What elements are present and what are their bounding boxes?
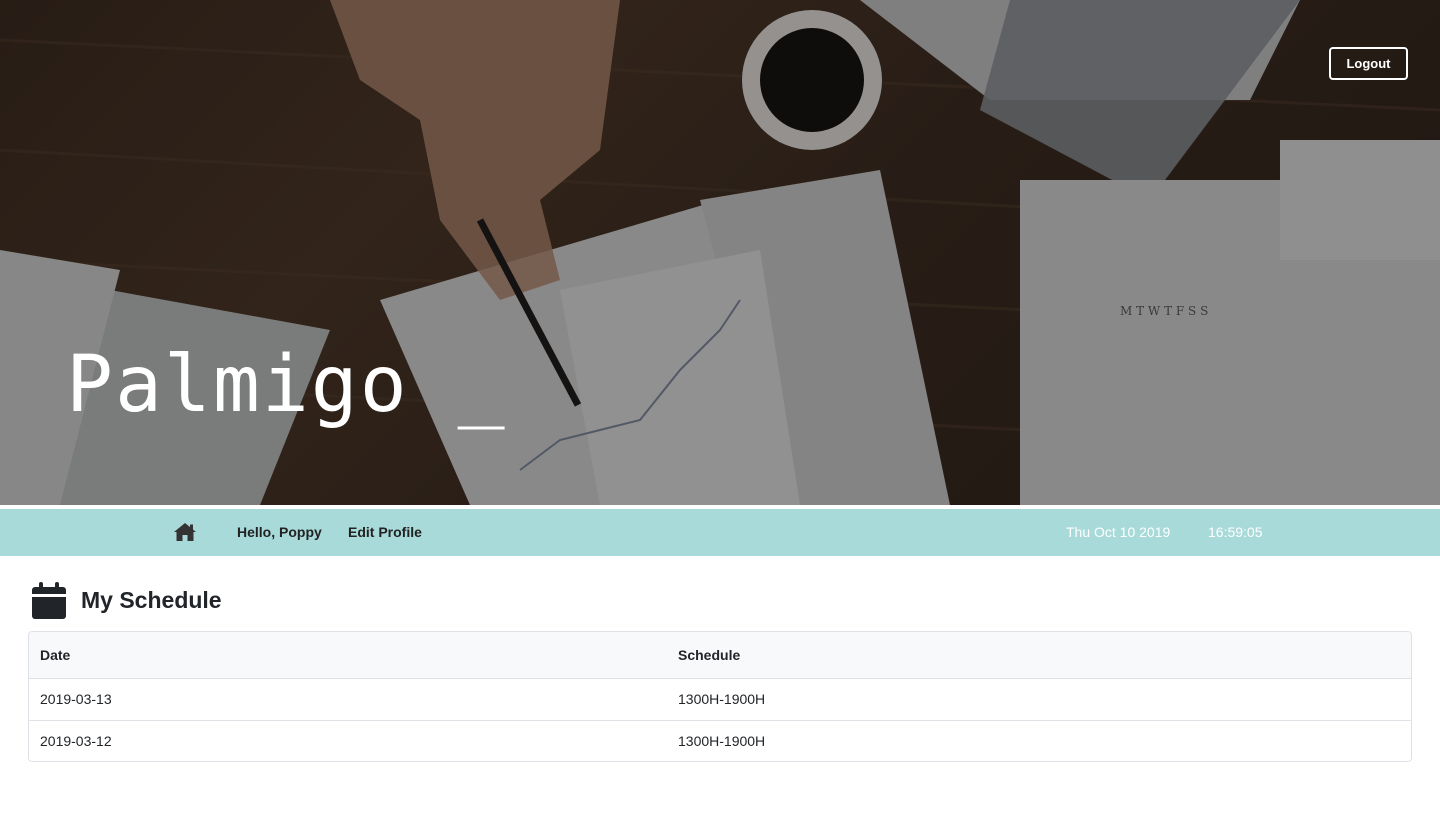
column-header-date: Date <box>40 646 71 663</box>
cell-date: 2019-03-12 <box>29 719 667 761</box>
table-row: 2019-03-12 1300H-1900H <box>29 719 1411 761</box>
schedule-table-container: Date Schedule 2019-03-13 1300H-1900H 201… <box>28 631 1412 762</box>
hero-banner: M T W T F S S Logout Palmigo _ <box>0 0 1440 505</box>
nav-edit-profile[interactable]: Edit Profile <box>348 524 422 540</box>
nav-hello-user[interactable]: Hello, Poppy <box>237 524 322 540</box>
home-icon[interactable] <box>173 522 197 542</box>
cell-schedule: 1300H-1900H <box>667 677 1411 720</box>
top-navbar: Hello, Poppy Edit Profile Thu Oct 10 201… <box>0 509 1440 556</box>
schedule-heading: My Schedule <box>32 580 222 620</box>
schedule-table: Date Schedule 2019-03-13 1300H-1900H 201… <box>29 632 1411 761</box>
nav-current-time: 16:59:05 <box>1208 524 1263 540</box>
calendar-icon <box>32 581 66 619</box>
brand-title: Palmigo _ <box>66 340 507 430</box>
nav-current-date: Thu Oct 10 2019 <box>1066 524 1171 540</box>
cell-schedule: 1300H-1900H <box>667 719 1411 761</box>
logout-button[interactable]: Logout <box>1329 47 1408 80</box>
table-row: 2019-03-13 1300H-1900H <box>29 677 1411 720</box>
column-header-schedule: Schedule <box>678 646 741 663</box>
cell-date: 2019-03-13 <box>29 677 667 720</box>
schedule-title: My Schedule <box>81 586 222 613</box>
table-header-row: Date Schedule <box>29 632 1411 678</box>
